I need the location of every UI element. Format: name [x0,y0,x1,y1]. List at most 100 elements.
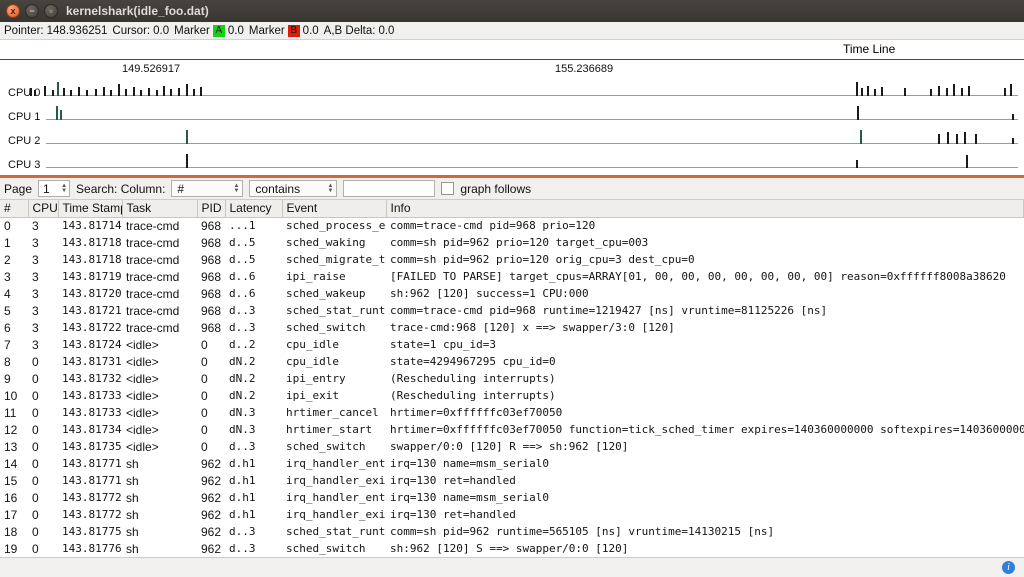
event-tick[interactable] [95,89,97,96]
cpu-row[interactable]: CPU 3 [0,150,1024,174]
spinner-arrows-icon[interactable]: ▲▼ [61,184,67,194]
search-input[interactable] [343,180,435,197]
event-tick[interactable] [133,87,135,96]
table-cell: 0 [197,438,225,455]
event-tick[interactable] [118,84,120,96]
cpu-row[interactable]: CPU 0 [0,78,1024,102]
event-tick[interactable] [964,132,966,144]
event-tick[interactable] [148,88,150,96]
table-row[interactable]: 180143.817758sh962d..3sched_stat_runtime… [0,523,1024,540]
event-tick[interactable] [86,90,88,96]
table-row[interactable]: 170143.817727sh962d.h1irq_handler_exitir… [0,506,1024,523]
table-row[interactable]: 23143.817187trace-cmd968d..5sched_migrat… [0,251,1024,268]
event-tick[interactable] [966,155,968,168]
marker-a-badge[interactable]: A [213,25,225,37]
event-tick[interactable] [110,90,112,96]
marker-b-badge[interactable]: B [288,25,300,37]
event-tick[interactable] [34,90,36,96]
event-tick[interactable] [881,87,883,96]
event-tick[interactable] [938,86,940,96]
table-cell: d.h1 [225,489,282,506]
event-tick[interactable] [186,84,188,96]
event-tick[interactable] [947,132,949,144]
event-tick[interactable] [56,106,58,120]
table-cell: trace-cmd [122,268,197,285]
table-row[interactable]: 73143.817242<idle>0d..2cpu_idlestate=1 c… [0,336,1024,353]
table-row[interactable]: 110143.817337<idle>0dN.3hrtimer_cancelhr… [0,404,1024,421]
close-icon[interactable]: x [6,4,20,18]
event-tick[interactable] [861,88,863,96]
event-tick[interactable] [956,134,958,144]
cpu-row[interactable]: CPU 2 [0,126,1024,150]
event-tick[interactable] [860,130,862,144]
event-tick[interactable] [1010,84,1012,96]
cpu-row[interactable]: CPU 1 [0,102,1024,126]
title-bar: x − ▫ kernelshark(idle_foo.dat) [0,0,1024,22]
column-header: Info [386,200,1024,217]
event-tick[interactable] [57,82,59,96]
table-row[interactable]: 100143.817331<idle>0dN.2ipi_exit(Resched… [0,387,1024,404]
event-tick[interactable] [186,154,188,168]
event-tick[interactable] [953,84,955,96]
table-row[interactable]: 160143.817725sh962d.h1irq_handler_entryi… [0,489,1024,506]
event-tick[interactable] [125,89,127,96]
event-tick[interactable] [867,86,869,96]
event-tick[interactable] [63,88,65,96]
event-tick[interactable] [857,106,859,120]
event-tick[interactable] [193,89,195,96]
event-tick[interactable] [968,86,970,96]
table-cell: sh [122,472,197,489]
table-row[interactable]: 130143.817351<idle>0d..3sched_switchswap… [0,438,1024,455]
maximize-icon[interactable]: ▫ [44,4,58,18]
event-tick[interactable] [140,90,142,96]
event-tick[interactable] [186,130,188,144]
match-select[interactable]: contains ▲▼ [249,180,337,197]
event-tick[interactable] [60,110,62,120]
event-tick[interactable] [200,87,202,96]
event-tick[interactable] [156,90,158,96]
table-row[interactable]: 33143.817199trace-cmd968d..6ipi_raise[FA… [0,268,1024,285]
info-icon[interactable]: i [1002,561,1015,574]
event-tick[interactable] [178,88,180,96]
event-tick[interactable] [30,88,32,96]
table-row[interactable]: 43143.817203trace-cmd968d..6sched_wakeup… [0,285,1024,302]
event-tick[interactable] [930,89,932,96]
event-tick[interactable] [170,89,172,96]
event-tick[interactable] [1012,138,1014,144]
table-row[interactable]: 03143.817145trace-cmd968...1sched_proces… [0,217,1024,234]
event-tick[interactable] [103,87,105,96]
event-tick[interactable] [938,134,940,144]
event-tick[interactable] [946,88,948,96]
table-row[interactable]: 120143.817341<idle>0dN.3hrtimer_starthrt… [0,421,1024,438]
timeline-header-divider [0,59,1024,60]
graph-follows-checkbox[interactable] [441,182,454,195]
table-row[interactable]: 53143.817210trace-cmd968d..3sched_stat_r… [0,302,1024,319]
timeline-area[interactable]: Time Line 149.526917155.236689 CPU 0CPU … [0,40,1024,175]
event-tick[interactable] [163,86,165,96]
table-row[interactable]: 90143.817328<idle>0dN.2ipi_entry(Resched… [0,370,1024,387]
event-tick[interactable] [1004,88,1006,96]
column-select[interactable]: # ▲▼ [171,180,243,197]
event-tick[interactable] [961,88,963,96]
event-tick[interactable] [1012,114,1014,120]
minimize-icon[interactable]: − [25,4,39,18]
event-tick[interactable] [70,90,72,96]
event-tick[interactable] [874,89,876,96]
event-tick[interactable] [856,82,858,96]
table-row[interactable]: 63143.817220trace-cmd968d..3sched_switch… [0,319,1024,336]
event-tick[interactable] [78,87,80,96]
event-tick[interactable] [856,160,858,168]
cpu-baseline [46,143,1018,144]
event-tick[interactable] [975,134,977,144]
table-row[interactable]: 140143.817710sh962d.h1irq_handler_entryi… [0,455,1024,472]
table-cell: sched_stat_runtime [282,523,386,540]
table-row[interactable]: 80143.817319<idle>0dN.2cpu_idlestate=429… [0,353,1024,370]
event-tick[interactable] [52,90,54,96]
event-tick[interactable] [904,88,906,96]
window-title: kernelshark(idle_foo.dat) [66,4,209,18]
page-spinner[interactable]: 1 ▲▼ [38,180,70,197]
event-tick[interactable] [44,86,46,96]
table-row[interactable]: 150143.817719sh962d.h1irq_handler_exitir… [0,472,1024,489]
table-row[interactable]: 13143.817180trace-cmd968d..5sched_waking… [0,234,1024,251]
table-row[interactable]: 190143.817767sh962d..3sched_switchsh:962… [0,540,1024,557]
